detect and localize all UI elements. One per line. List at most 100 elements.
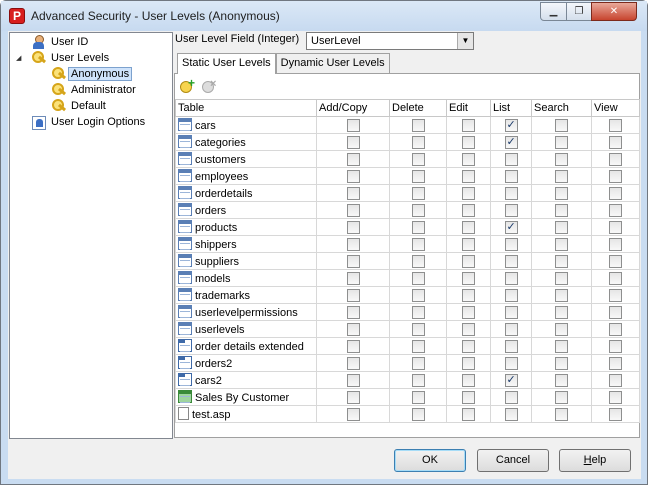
table-name-cell[interactable]: test.asp	[175, 405, 317, 423]
table-name-cell[interactable]: customers	[175, 150, 317, 168]
permission-checkbox-delete[interactable]	[411, 118, 425, 132]
user-level-field-select[interactable]: UserLevel ▼	[306, 32, 474, 50]
permission-checkbox-edit[interactable]	[462, 152, 475, 166]
permission-checkbox-edit[interactable]	[462, 254, 475, 268]
tab-dynamic-user-levels[interactable]: Dynamic User Levels	[275, 53, 390, 73]
permission-checkbox-list[interactable]	[504, 339, 518, 353]
permission-checkbox-add-copy[interactable]	[346, 152, 360, 166]
permission-checkbox-search[interactable]	[555, 339, 568, 353]
permission-checkbox-list[interactable]	[504, 203, 518, 217]
permission-checkbox-view[interactable]	[609, 118, 622, 132]
column-header[interactable]: Table	[175, 99, 317, 117]
permission-checkbox-list[interactable]	[504, 390, 518, 404]
cancel-button[interactable]: Cancel	[477, 449, 549, 472]
permission-checkbox-delete[interactable]	[411, 271, 425, 285]
permission-checkbox-view[interactable]	[609, 237, 622, 251]
permission-checkbox-search[interactable]	[555, 169, 568, 183]
permission-checkbox-list[interactable]	[504, 186, 518, 200]
table-name-cell[interactable]: models	[175, 269, 317, 287]
chevron-down-icon[interactable]: ▼	[457, 33, 473, 49]
permission-checkbox-edit[interactable]	[462, 271, 475, 285]
permission-checkbox-search[interactable]	[555, 186, 568, 200]
permission-checkbox-search[interactable]	[555, 271, 568, 285]
permission-checkbox-add-copy[interactable]	[346, 339, 360, 353]
tree-item-administrator[interactable]: Administrator	[51, 82, 136, 98]
permission-checkbox-delete[interactable]	[411, 407, 425, 421]
permission-checkbox-view[interactable]	[609, 169, 622, 183]
permission-checkbox-delete[interactable]	[411, 288, 425, 302]
permission-checkbox-search[interactable]	[555, 322, 568, 336]
permission-checkbox-add-copy[interactable]	[346, 220, 360, 234]
permission-checkbox-view[interactable]	[609, 288, 622, 302]
column-header[interactable]: Search	[531, 99, 592, 117]
permission-checkbox-add-copy[interactable]	[346, 271, 360, 285]
permission-checkbox-add-copy[interactable]	[346, 118, 360, 132]
delete-permission-icon[interactable]	[201, 78, 217, 94]
permission-checkbox-search[interactable]	[555, 237, 568, 251]
permission-checkbox-list[interactable]	[504, 288, 518, 302]
column-header[interactable]: View	[591, 99, 640, 117]
column-header[interactable]: Edit	[446, 99, 491, 117]
permission-checkbox-delete[interactable]	[411, 373, 425, 387]
permission-checkbox-edit[interactable]	[462, 322, 475, 336]
permission-checkbox-view[interactable]	[609, 356, 622, 370]
permission-checkbox-delete[interactable]	[411, 186, 425, 200]
permission-checkbox-edit[interactable]	[462, 288, 475, 302]
permission-checkbox-delete[interactable]	[411, 339, 425, 353]
permission-checkbox-list[interactable]	[504, 271, 518, 285]
table-name-cell[interactable]: Sales By Customer	[175, 388, 317, 406]
permission-checkbox-delete[interactable]	[411, 390, 425, 404]
permission-checkbox-edit[interactable]	[462, 407, 475, 421]
permission-checkbox-view[interactable]	[609, 322, 622, 336]
permission-checkbox-edit[interactable]	[462, 186, 475, 200]
permission-checkbox-delete[interactable]	[411, 254, 425, 268]
permission-checkbox-search[interactable]	[555, 407, 568, 421]
permission-checkbox-add-copy[interactable]	[346, 322, 360, 336]
permission-checkbox-add-copy[interactable]	[346, 254, 360, 268]
permission-checkbox-delete[interactable]	[411, 203, 425, 217]
tab-static-user-levels[interactable]: Static User Levels	[177, 53, 276, 74]
tree-item-anonymous[interactable]: Anonymous	[51, 66, 133, 82]
tree-item-user-levels[interactable]: User Levels	[31, 50, 109, 66]
tree-item-user-id[interactable]: User ID	[31, 34, 88, 50]
table-name-cell[interactable]: orders	[175, 201, 317, 219]
permission-checkbox-view[interactable]	[609, 407, 622, 421]
permission-checkbox-edit[interactable]	[462, 135, 475, 149]
permission-checkbox-add-copy[interactable]	[346, 186, 360, 200]
permission-checkbox-add-copy[interactable]	[346, 390, 360, 404]
permission-checkbox-edit[interactable]	[462, 220, 475, 234]
permission-checkbox-list[interactable]	[504, 305, 518, 319]
permission-checkbox-list[interactable]	[504, 152, 518, 166]
help-button[interactable]: Help	[559, 449, 631, 472]
permission-checkbox-search[interactable]	[555, 220, 568, 234]
table-name-cell[interactable]: suppliers	[175, 252, 317, 270]
permission-checkbox-view[interactable]	[609, 203, 622, 217]
minimize-button[interactable]: ▁	[540, 2, 567, 21]
table-name-cell[interactable]: userlevelpermissions	[175, 303, 317, 321]
table-name-cell[interactable]: shippers	[175, 235, 317, 253]
permission-checkbox-search[interactable]	[555, 356, 568, 370]
close-button[interactable]: ✕	[591, 2, 637, 21]
permission-checkbox-add-copy[interactable]	[346, 373, 360, 387]
column-header[interactable]: Delete	[389, 99, 447, 117]
permission-checkbox-edit[interactable]	[462, 339, 475, 353]
table-name-cell[interactable]: userlevels	[175, 320, 317, 338]
permission-checkbox-add-copy[interactable]	[346, 203, 360, 217]
permission-checkbox-list[interactable]	[504, 356, 518, 370]
permission-checkbox-search[interactable]	[555, 152, 568, 166]
permission-checkbox-edit[interactable]	[462, 237, 475, 251]
permission-checkbox-view[interactable]	[609, 271, 622, 285]
permission-checkbox-search[interactable]	[555, 203, 568, 217]
permission-checkbox-view[interactable]	[609, 254, 622, 268]
permission-checkbox-list[interactable]	[504, 254, 518, 268]
ok-button[interactable]: OK	[394, 449, 466, 472]
table-name-cell[interactable]: products	[175, 218, 317, 236]
permission-checkbox-search[interactable]	[555, 390, 568, 404]
permission-checkbox-delete[interactable]	[411, 305, 425, 319]
permission-checkbox-search[interactable]	[555, 254, 568, 268]
permission-checkbox-search[interactable]	[555, 305, 568, 319]
permission-checkbox-list[interactable]	[504, 322, 518, 336]
permission-checkbox-view[interactable]	[609, 152, 622, 166]
permission-checkbox-add-copy[interactable]	[346, 169, 360, 183]
table-name-cell[interactable]: order details extended	[175, 337, 317, 355]
